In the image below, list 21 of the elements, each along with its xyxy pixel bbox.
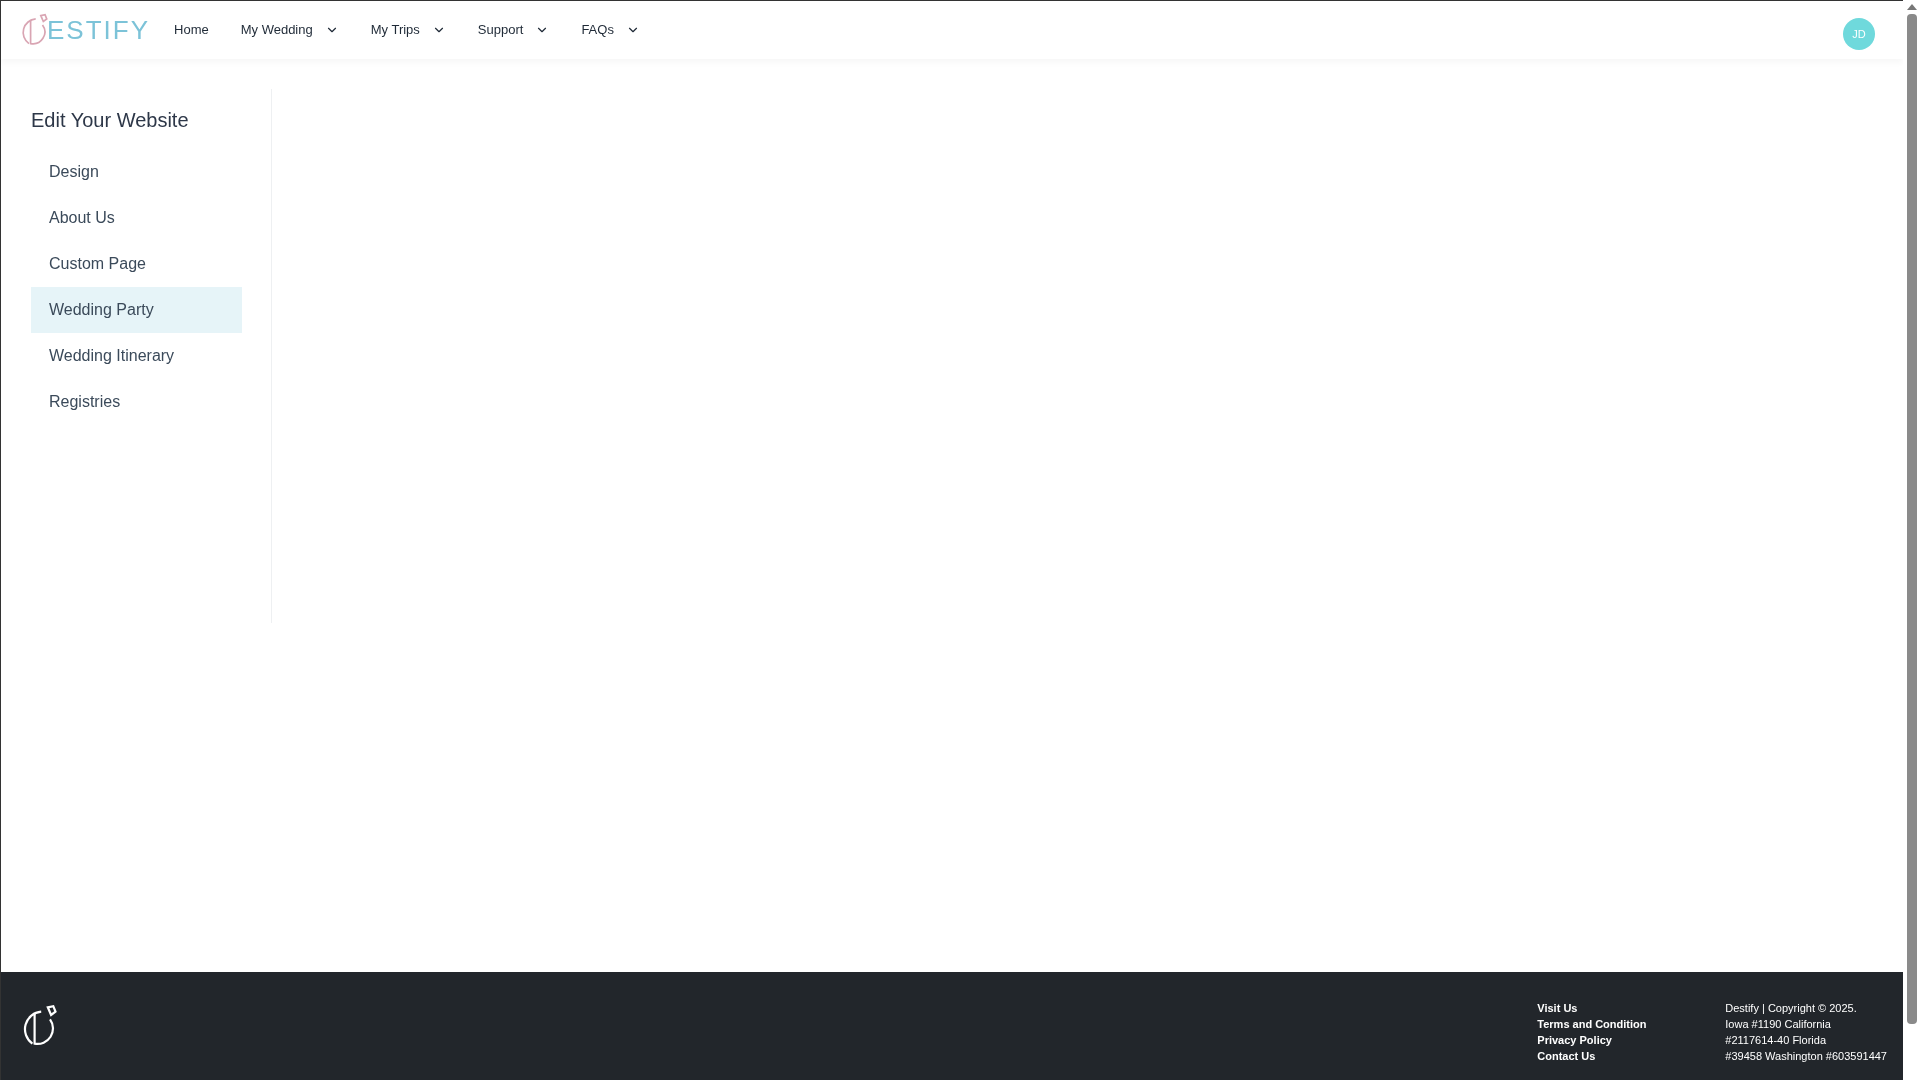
nav-link[interactable]: FAQs [581, 20, 640, 40]
footer-text: #39458 Washington #603591447 [1725, 1049, 1887, 1064]
nav-link[interactable]: My Wedding [240, 20, 339, 40]
sidebar-title: Edit Your Website [31, 108, 190, 133]
footer-link[interactable]: Contact Us [1537, 1048, 1726, 1064]
sidebar-item[interactable]: About Us [31, 195, 242, 241]
logo-text: ESTIFY [47, 13, 150, 47]
nav-link[interactable]: Support [477, 20, 550, 40]
sidebar-item[interactable]: Wedding Party [31, 287, 242, 333]
footer-text: #2117614-40 Florida [1725, 1033, 1827, 1048]
sidebar-item[interactable]: Wedding Itinerary [31, 333, 242, 379]
sidebar-item[interactable]: Custom Page [31, 241, 242, 287]
footer-link[interactable]: Privacy Policy [1537, 1032, 1726, 1048]
footer-link[interactable]: Visit Us [1537, 1000, 1726, 1016]
nav-link[interactable]: Home [174, 20, 209, 40]
sidebar-item[interactable]: Registries [31, 379, 242, 425]
nav-link[interactable]: My Trips [370, 20, 446, 40]
footer-text: Iowa #1190 California [1725, 1017, 1832, 1032]
footer-link[interactable]: Terms and Condition [1537, 1016, 1726, 1032]
footer-text: Destify | Copyright © 2025. [1725, 1001, 1858, 1016]
sidebar-item[interactable]: Design [31, 149, 242, 195]
